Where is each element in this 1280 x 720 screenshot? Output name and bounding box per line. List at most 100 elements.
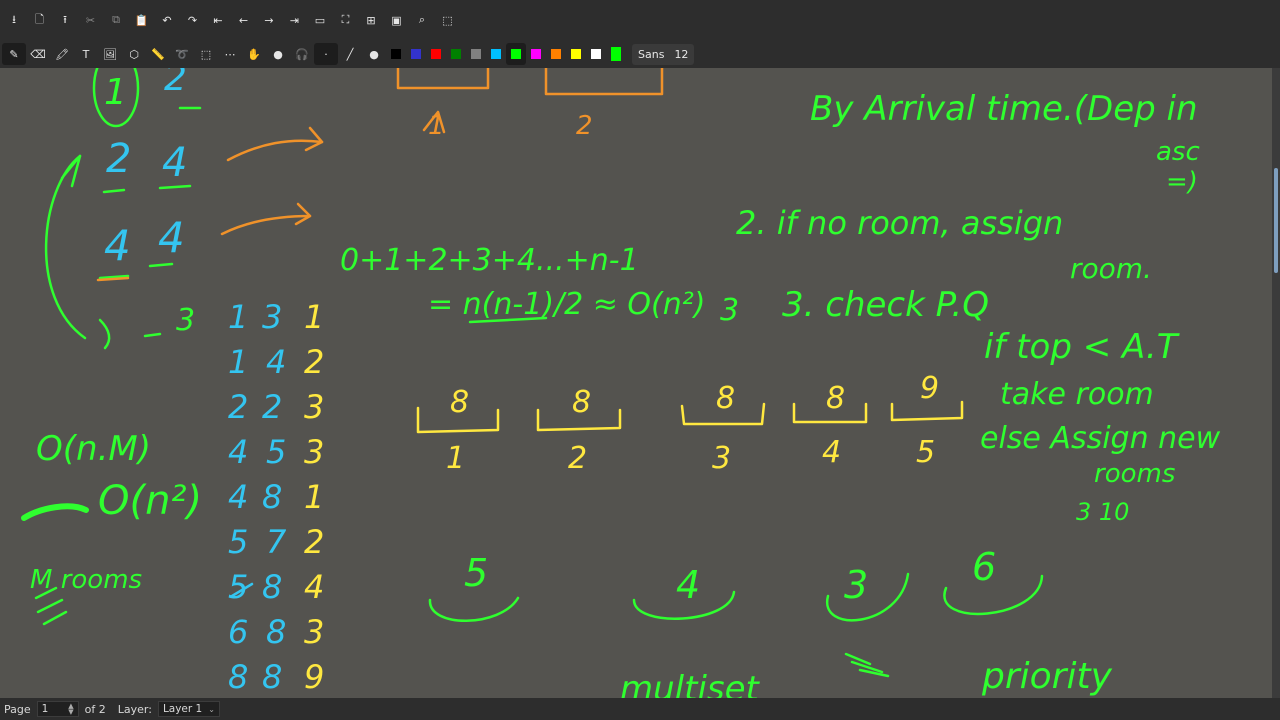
circled-one: 1 xyxy=(104,72,127,113)
vertical-space-icon[interactable]: ⋯ xyxy=(218,43,242,65)
color-swatch[interactable] xyxy=(546,43,566,65)
complexity-nm: O(n.M) xyxy=(36,429,151,469)
lower-rooms-row: 5 4 3 6 xyxy=(464,545,996,607)
new-page-icon[interactable]: 🗋 xyxy=(28,9,52,31)
table-cell: 1 xyxy=(228,298,248,336)
table-cell: 6 xyxy=(228,613,248,651)
color-swatch[interactable] xyxy=(506,43,526,65)
page-label: Page xyxy=(4,702,31,716)
paste-icon[interactable]: 📋 xyxy=(130,9,154,31)
color-chip xyxy=(471,49,481,59)
ruler-tool-icon[interactable]: 📏 xyxy=(146,43,170,65)
table-cell: 8 xyxy=(228,658,248,696)
chevron-down-icon[interactable]: ⌄ xyxy=(208,705,215,714)
sum-result: = n(n-1)/2 ≈ O(n²) xyxy=(428,287,706,322)
left-bracket-mark xyxy=(44,154,87,340)
vertical-scrollbar[interactable] xyxy=(1272,68,1280,698)
font-button[interactable]: Sans 12 xyxy=(632,43,695,65)
table-cell: 1 xyxy=(228,343,248,381)
zoom-100-icon[interactable]: ▣ xyxy=(385,9,409,31)
room-end-value: 8 xyxy=(450,385,469,420)
table-cell: 3 xyxy=(304,613,324,651)
word-priority: priority xyxy=(981,656,1113,697)
color-swatch[interactable] xyxy=(406,43,426,65)
note-if-top: if top < A.T xyxy=(984,327,1180,367)
notes-layer: By Arrival time.(Dep in asc =) 2. if no … xyxy=(21,68,1221,698)
color-swatch[interactable] xyxy=(566,43,586,65)
color-swatch[interactable] xyxy=(426,43,446,65)
note-3-10: 3 10 xyxy=(1076,498,1129,526)
paren-row-value: 3 xyxy=(176,303,195,338)
current-color-button[interactable] xyxy=(606,43,626,65)
pen-tool-icon[interactable]: ✎ xyxy=(2,43,26,65)
status-bar: Page 1 ▲ ▼ of 2 Layer: Layer 1 ⌄ xyxy=(0,698,1280,720)
color-swatch[interactable] xyxy=(586,43,606,65)
hand-tool-icon[interactable]: ✋ xyxy=(242,43,266,65)
last-page-icon[interactable]: ⇥ xyxy=(283,9,307,31)
copy-icon[interactable]: ⧉ xyxy=(104,9,128,31)
export-icon[interactable]: ⭱ xyxy=(53,9,77,31)
color-chip xyxy=(531,49,541,59)
lower-room-value: 4 xyxy=(676,563,700,607)
line-width-icon[interactable]: · xyxy=(314,43,338,65)
table-cell: 7 xyxy=(266,523,287,561)
audio-icon[interactable]: 🎧 xyxy=(290,43,314,65)
color-swatch[interactable] xyxy=(486,43,506,65)
lasso-select-icon[interactable]: ➰ xyxy=(170,43,194,65)
first-page-icon[interactable]: ⇤ xyxy=(206,9,230,31)
table-cell: 2 xyxy=(262,388,282,426)
eraser-tool-icon[interactable]: ⌫ xyxy=(26,43,50,65)
orange-box-label-2: 2 xyxy=(576,111,593,141)
table-cell: 8 xyxy=(262,658,282,696)
table-cell: 3 xyxy=(262,298,282,336)
page-spinbox[interactable]: 1 ▲ ▼ xyxy=(36,701,79,717)
layer-select[interactable]: Layer 1 ⌄ xyxy=(157,701,220,717)
note-take-room: take room xyxy=(1000,377,1154,412)
color-swatch[interactable] xyxy=(386,43,406,65)
word-multiset: multiset xyxy=(620,669,761,698)
text-tool-icon[interactable]: T xyxy=(74,43,98,65)
play-object-icon[interactable]: ● xyxy=(266,43,290,65)
zoom-in-icon[interactable]: ⊞ xyxy=(359,9,383,31)
font-size: 12 xyxy=(674,47,689,61)
highlighter-tool-icon[interactable]: 🖍 xyxy=(50,43,74,65)
table-cell: 1 xyxy=(304,478,324,516)
table-cell: 8 xyxy=(262,568,282,606)
room-index-label: 4 xyxy=(822,435,841,470)
scrollbar-thumb[interactable] xyxy=(1274,168,1278,273)
undo-icon[interactable]: ↶ xyxy=(155,9,179,31)
lower-room-value: 6 xyxy=(972,545,996,589)
table-cell: 4 xyxy=(228,433,248,471)
zoom-out-icon[interactable]: ▭ xyxy=(308,9,332,31)
fill-icon[interactable]: ● xyxy=(362,43,386,65)
line-style-icon[interactable]: ╱ xyxy=(338,43,362,65)
shapes-tool-icon[interactable]: ⬡ xyxy=(122,43,146,65)
color-swatch[interactable] xyxy=(526,43,546,65)
zoom-fit-icon[interactable]: ⛶ xyxy=(334,9,358,31)
color-chip xyxy=(511,49,521,59)
image-tool-icon[interactable]: 🖼 xyxy=(98,43,122,65)
color-chip xyxy=(431,49,441,59)
color-swatch[interactable] xyxy=(466,43,486,65)
fullscreen-icon[interactable]: ⬚ xyxy=(436,9,460,31)
rect-select-icon[interactable]: ⬚ xyxy=(194,43,218,65)
room-end-value: 8 xyxy=(716,381,735,416)
room-index-label: 5 xyxy=(916,435,935,470)
save-icon[interactable]: ⭳ xyxy=(2,9,26,31)
layer-value: Layer 1 xyxy=(162,703,203,715)
color-swatch[interactable] xyxy=(446,43,466,65)
table-cell: 2 xyxy=(304,343,324,381)
orange-box-2 xyxy=(544,68,664,96)
cut-icon[interactable]: ✂ xyxy=(79,9,103,31)
note-room: room. xyxy=(1070,252,1152,285)
next-page-icon[interactable]: → xyxy=(257,9,281,31)
previous-page-icon[interactable]: ← xyxy=(232,9,256,31)
page-value: 1 xyxy=(41,703,49,715)
spin-arrows-icon[interactable]: ▲ ▼ xyxy=(68,703,73,716)
orange-box-1 xyxy=(396,68,490,90)
drawing-canvas[interactable]: By Arrival time.(Dep in asc =) 2. if no … xyxy=(0,68,1272,698)
redo-icon[interactable]: ↷ xyxy=(181,9,205,31)
note-eq: =) xyxy=(1166,167,1198,197)
table-cell: 2 xyxy=(304,523,324,561)
search-icon[interactable]: ⌕ xyxy=(410,9,434,31)
